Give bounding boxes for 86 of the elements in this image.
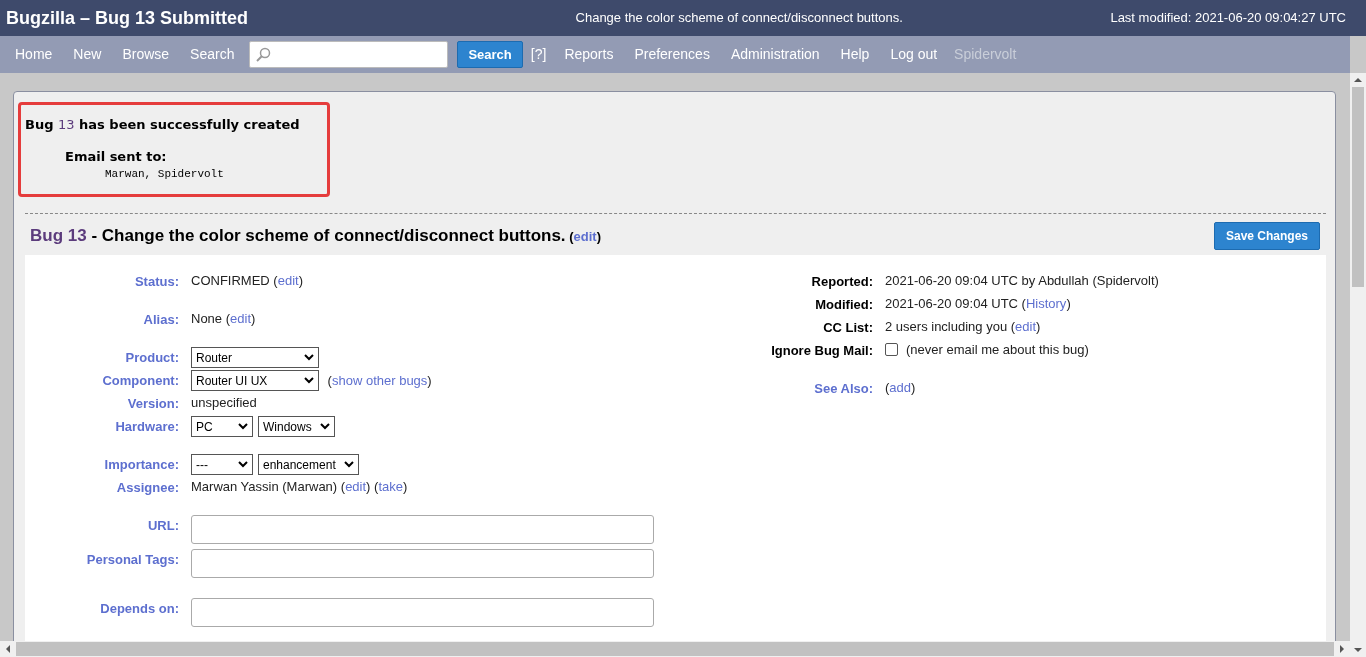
nav-link[interactable]: Help [832, 44, 878, 65]
field-label[interactable]: Depends on: [100, 599, 179, 619]
value-text: ) [251, 310, 256, 328]
value-text: ) [1066, 295, 1071, 313]
link[interactable]: edit [345, 477, 367, 497]
caret-icon [304, 354, 314, 361]
value-text: (never email me about this bug) [906, 341, 1089, 359]
link[interactable]: edit [1015, 317, 1037, 337]
field-label[interactable]: Assignee: [116, 478, 179, 498]
nav-link[interactable]: Reports [556, 44, 622, 65]
field-label[interactable]: URL: [147, 516, 179, 536]
value-text: 2 users including you ( [885, 318, 1016, 336]
caret-icon [319, 423, 330, 430]
scrollbar-thumb[interactable] [1352, 87, 1364, 287]
bug-summary-title: - Change the color scheme of connect/disconnect buttons. [90, 225, 566, 248]
link[interactable]: edit [230, 309, 251, 329]
field-label[interactable]: Importance: [104, 455, 179, 475]
value-text: ) [298, 272, 303, 290]
caret-icon [304, 377, 314, 384]
dropdown[interactable]: Router UI UX [191, 370, 319, 391]
dropdown[interactable]: Windows [258, 416, 335, 437]
field-label: CC List: [823, 319, 873, 337]
bug-id-link[interactable]: Bug 13 [30, 223, 87, 249]
value-text: ( [326, 371, 332, 390]
link[interactable]: History [1025, 294, 1067, 314]
field-label[interactable]: Status: [134, 272, 179, 292]
field-label: Ignore Bug Mail: [771, 342, 873, 360]
value-text: ) ( [366, 478, 379, 496]
search-field[interactable] [249, 41, 449, 68]
dropdown[interactable]: Router [191, 347, 319, 368]
value-text: None ( [191, 310, 231, 328]
nav-link[interactable]: Administration [722, 44, 828, 65]
success-message: Bug 13 has been successfully created [25, 116, 301, 134]
value-text: ( [885, 379, 890, 397]
value-text: CONFIRMED ( [191, 272, 278, 290]
search-button[interactable]: Search [457, 41, 523, 68]
field-label[interactable]: Product: [125, 348, 179, 368]
field-label[interactable]: See Also: [814, 379, 873, 399]
link[interactable]: add [889, 378, 912, 398]
field-label[interactable]: Alias: [143, 310, 179, 330]
recipients: Marwan, Spidervolt [105, 167, 225, 182]
value-text: unspecified [191, 394, 257, 412]
field-label[interactable]: Personal Tags: [86, 550, 179, 570]
email-label: Email sent to: [65, 147, 168, 166]
dropdown[interactable]: enhancement [258, 454, 359, 475]
nav-link[interactable]: Home [7, 44, 61, 65]
save-changes-button[interactable]: Save Changes [1213, 222, 1320, 250]
input-field[interactable] [191, 598, 654, 627]
nav-link[interactable]: Browse [114, 44, 178, 65]
last-modified: Last modified: 2021-06-20 09:04:27 UTC [1110, 9, 1346, 28]
value-text: ) [596, 229, 601, 245]
checkbox[interactable] [885, 343, 898, 357]
search-icon [255, 46, 272, 63]
link[interactable]: show other bugs [331, 370, 428, 391]
link[interactable]: edit [277, 271, 299, 291]
bug-summary: Change the color scheme of connect/disconnect buttons. [575, 9, 903, 28]
value-text: ) [1036, 318, 1041, 336]
caret-icon [238, 423, 248, 430]
input-field[interactable] [191, 549, 654, 578]
field-label[interactable]: Version: [127, 394, 179, 414]
bug-link[interactable]: 13 [58, 117, 75, 132]
value-text: 2021-06-20 09:04 UTC ( [885, 295, 1026, 313]
field-label: Modified: [815, 296, 873, 314]
value-text: Marwan Yassin (Marwan) ( [191, 478, 346, 496]
link[interactable]: edit [573, 229, 597, 245]
field-label[interactable]: Component: [102, 371, 179, 391]
caret-icon [238, 461, 248, 468]
page-title: Bugzilla – Bug 13 Submitted [6, 6, 249, 30]
vertical-scrollbar[interactable] [1350, 73, 1366, 657]
nav-link[interactable]: New [65, 44, 110, 65]
value-text: ) [911, 379, 916, 397]
help-link[interactable]: [?] [527, 44, 552, 65]
nav-link[interactable]: Preferences [626, 44, 718, 65]
field-label[interactable]: Hardware: [115, 417, 179, 437]
value-text: ) [427, 371, 432, 390]
caret-icon [343, 461, 354, 468]
nav-link[interactable]: Log out [882, 44, 946, 65]
field-label: Reported: [811, 273, 873, 291]
nav-link[interactable]: Search [182, 44, 243, 65]
value-text: ) [402, 478, 408, 496]
value-text: ( [568, 229, 574, 245]
dropdown[interactable]: --- [191, 454, 253, 475]
value-text: 2021-06-20 09:04 UTC by Abdullah (Spidervolt) [885, 272, 1159, 290]
link[interactable]: take [378, 477, 403, 497]
dropdown[interactable]: PC [191, 416, 253, 437]
input-field[interactable] [191, 515, 654, 544]
